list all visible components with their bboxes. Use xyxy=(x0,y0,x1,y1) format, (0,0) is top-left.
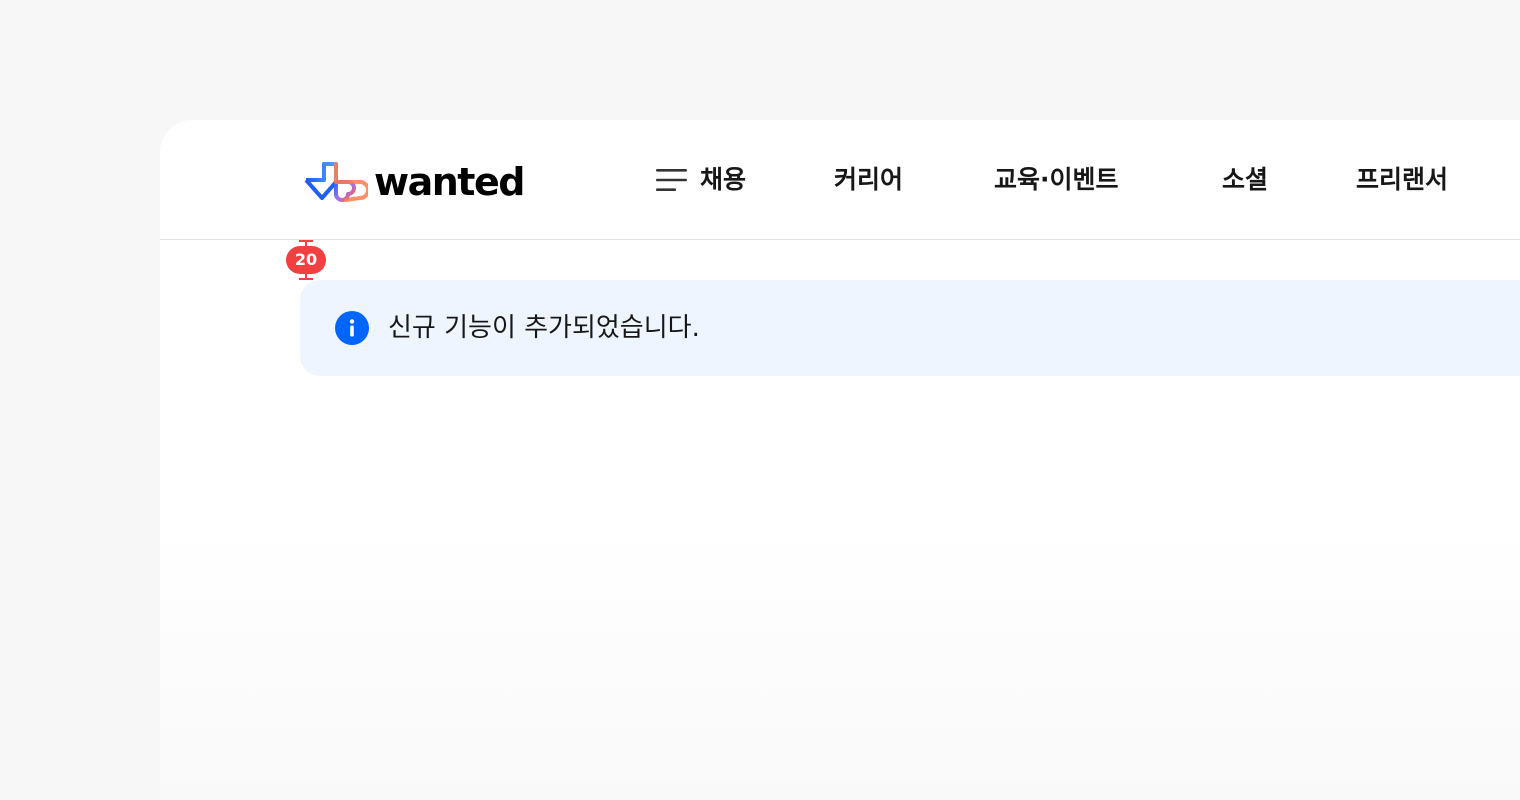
nav-item-social[interactable]: 소셜 xyxy=(1222,160,1268,200)
nav-item-recruit[interactable]: 채용 xyxy=(700,160,746,200)
nav-item-career[interactable]: 커리어 xyxy=(834,160,903,200)
info-banner: 신규 기능이 추가되었습니다. xyxy=(300,280,1520,376)
spacing-guide-cap-top xyxy=(299,240,313,242)
info-icon xyxy=(335,311,369,345)
info-banner-message: 신규 기능이 추가되었습니다. xyxy=(388,313,700,343)
nav-item-education-events[interactable]: 교육·이벤트 xyxy=(994,160,1119,200)
app-window: wanted 채용 커리어 교육·이벤트 소셜 프리랜서 20 신규 기능이 추… xyxy=(160,120,1520,800)
spacing-guide-badge: 20 xyxy=(286,246,326,274)
wanted-logo-icon xyxy=(304,162,368,202)
top-navigation-bar: wanted 채용 커리어 교육·이벤트 소셜 프리랜서 xyxy=(160,120,1520,240)
hamburger-menu-icon[interactable] xyxy=(656,167,688,193)
nav-item-freelancer[interactable]: 프리랜서 xyxy=(1356,160,1448,200)
wanted-logo[interactable]: wanted xyxy=(302,160,525,204)
spacing-guide-cap-bottom xyxy=(299,278,313,280)
logo-text: wanted xyxy=(374,160,525,204)
